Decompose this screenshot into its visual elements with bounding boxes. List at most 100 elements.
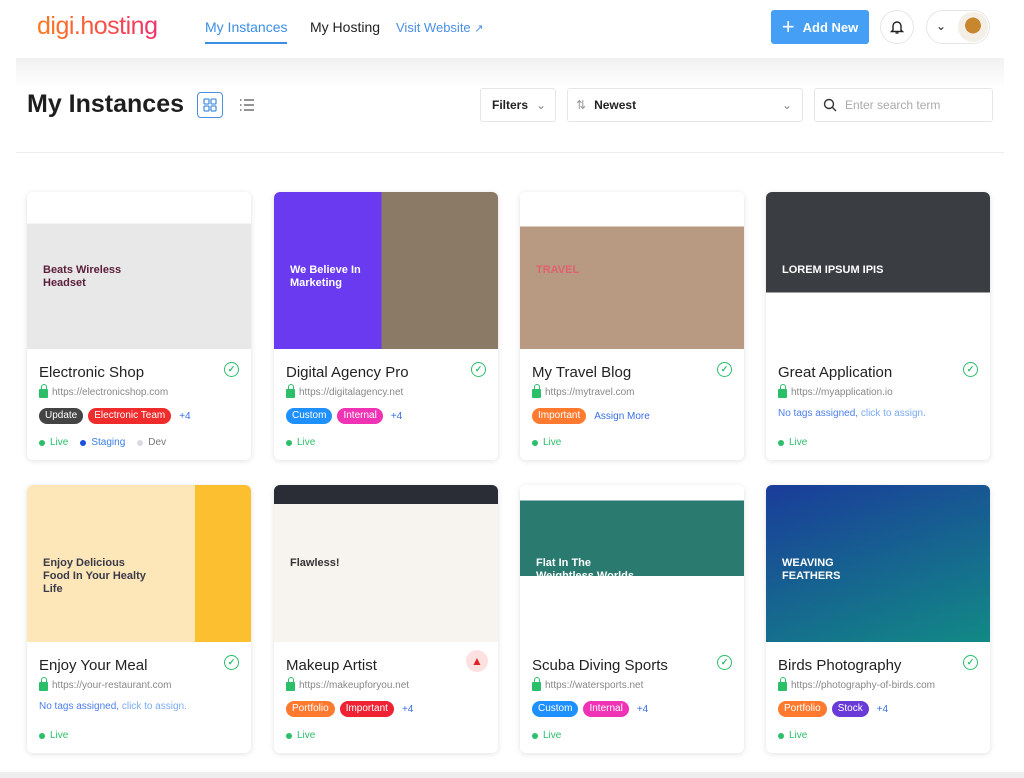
instance-card[interactable]: Flat In The Weightless Worlds Scuba Divi… <box>520 485 744 753</box>
site-thumbnail[interactable]: LOREM IPSUM IPIS <box>766 192 990 349</box>
check-circle-icon[interactable]: ✓ <box>224 655 239 670</box>
site-thumbnail[interactable]: We Believe In Marketing <box>274 192 498 349</box>
notifications-button[interactable] <box>880 10 914 44</box>
visit-website-link[interactable]: Visit Website ↗ <box>396 20 484 35</box>
check-circle-icon[interactable]: ✓ <box>963 655 978 670</box>
environment-live[interactable]: Live <box>39 730 68 741</box>
instance-title[interactable]: Birds Photography <box>778 657 901 674</box>
more-tags-link[interactable]: +4 <box>179 411 190 422</box>
tag-badge[interactable]: Important <box>339 701 394 717</box>
instance-title[interactable]: Enjoy Your Meal <box>39 657 147 674</box>
instance-url[interactable]: https://your-restaurant.com <box>39 677 172 691</box>
instance-card[interactable]: We Believe In Marketing Digital Agency P… <box>274 192 498 460</box>
environment-live[interactable]: Live <box>778 437 807 448</box>
grid-view-button[interactable] <box>197 92 223 118</box>
user-menu[interactable]: ⌄ <box>926 10 990 44</box>
instance-card[interactable]: Flawless! Makeup Artist ▲ https://makeup… <box>274 485 498 753</box>
environment-list: Live <box>532 437 561 448</box>
more-tags-link[interactable]: +4 <box>391 411 402 422</box>
divider <box>16 152 1004 153</box>
logo[interactable]: digi.hosting <box>37 12 158 41</box>
check-circle-icon[interactable]: ✓ <box>717 655 732 670</box>
more-tags-link[interactable]: +4 <box>877 704 888 715</box>
assign-tags-link[interactable]: click to assign. <box>122 701 187 712</box>
check-circle-icon[interactable]: ✓ <box>224 362 239 377</box>
instance-url[interactable]: https://makeupforyou.net <box>286 677 409 691</box>
instance-url[interactable]: https://digitalagency.net <box>286 384 403 398</box>
instance-card[interactable]: Beats Wireless Headset Electronic Shop ✓… <box>27 192 251 460</box>
tag-badge[interactable]: Important <box>532 408 587 424</box>
instance-card[interactable]: LOREM IPSUM IPIS Great Application ✓ htt… <box>766 192 990 460</box>
environment-live[interactable]: Live <box>532 437 561 448</box>
site-thumbnail[interactable]: Beats Wireless Headset <box>27 192 251 349</box>
instance-title[interactable]: My Travel Blog <box>532 364 631 381</box>
site-thumbnail[interactable]: Flat In The Weightless Worlds <box>520 485 744 642</box>
environment-live[interactable]: Live <box>778 730 807 741</box>
grid-icon <box>203 98 217 112</box>
check-circle-icon[interactable]: ✓ <box>471 362 486 377</box>
site-thumbnail[interactable]: TRAVEL <box>520 192 744 349</box>
environment-staging[interactable]: Staging <box>80 437 125 448</box>
environment-dev[interactable]: Dev <box>137 437 166 448</box>
filters-dropdown[interactable]: Filters ⌄ <box>480 88 556 122</box>
list-view-button[interactable] <box>238 96 256 114</box>
tag-badge[interactable]: Custom <box>286 408 333 424</box>
tag-badge[interactable]: Custom <box>532 701 579 717</box>
instance-url[interactable]: https://photography-of-birds.com <box>778 677 935 691</box>
tag-badge[interactable]: Electronic Team <box>88 408 172 424</box>
tag-badge[interactable]: Internal <box>583 701 629 717</box>
status-dot <box>39 439 45 446</box>
chevron-down-icon: ⌄ <box>936 19 947 33</box>
tag-badge[interactable]: Internal <box>337 408 383 424</box>
instance-title[interactable]: Scuba Diving Sports <box>532 657 668 674</box>
nav-my-instances[interactable]: My Instances <box>205 19 288 44</box>
instance-url[interactable]: https://myapplication.io <box>778 384 893 398</box>
instance-url[interactable]: https://watersports.net <box>532 677 643 691</box>
environment-list: Live <box>39 730 68 741</box>
add-new-label: Add New <box>802 19 859 35</box>
search-input[interactable] <box>845 98 985 112</box>
avatar <box>958 12 988 42</box>
no-tags-text: No tags assigned, click to assign. <box>778 408 926 419</box>
site-thumbnail[interactable]: WEAVING FEATHERS <box>766 485 990 642</box>
environment-live[interactable]: Live <box>532 730 561 741</box>
header-shadow <box>16 58 1004 88</box>
assign-more-link[interactable]: Assign More <box>594 411 650 422</box>
tag-badge[interactable]: Portfolio <box>778 701 827 717</box>
environment-live[interactable]: Live <box>286 437 315 448</box>
instance-title[interactable]: Great Application <box>778 364 892 381</box>
tag-list: Custom Internal +4 <box>286 408 402 424</box>
check-circle-icon[interactable]: ✓ <box>963 362 978 377</box>
sort-icon: ⇅ <box>576 98 587 112</box>
instance-title[interactable]: Makeup Artist <box>286 657 377 674</box>
site-thumbnail[interactable]: Enjoy Delicious Food In Your Healty Life <box>27 485 251 642</box>
environment-live[interactable]: Live <box>286 730 315 741</box>
add-new-button[interactable]: + Add New <box>771 10 869 44</box>
tag-badge[interactable]: Stock <box>831 701 869 717</box>
thumbnail-headline: We Believe In Marketing <box>290 264 361 290</box>
environment-label: Live <box>50 730 69 741</box>
page-title: My Instances <box>27 90 185 118</box>
status-dot <box>80 439 87 446</box>
tag-badge[interactable]: Portfolio <box>286 701 335 717</box>
thumbnail-headline: TRAVEL <box>536 264 580 276</box>
more-tags-link[interactable]: +4 <box>637 704 648 715</box>
instance-url[interactable]: https://electronicshop.com <box>39 384 168 398</box>
instance-url[interactable]: https://mytravel.com <box>532 384 634 398</box>
environment-live[interactable]: Live <box>39 437 68 448</box>
instance-card[interactable]: TRAVEL My Travel Blog ✓ https://mytravel… <box>520 192 744 460</box>
check-circle-icon[interactable]: ✓ <box>717 362 732 377</box>
nav-my-hosting[interactable]: My Hosting <box>310 19 380 35</box>
sort-dropdown[interactable]: ⇅ Newest ⌄ <box>567 88 803 122</box>
more-tags-link[interactable]: +4 <box>402 704 413 715</box>
instance-title[interactable]: Digital Agency Pro <box>286 364 409 381</box>
instance-card[interactable]: WEAVING FEATHERS Birds Photography ✓ htt… <box>766 485 990 753</box>
site-thumbnail[interactable]: Flawless! <box>274 485 498 642</box>
tag-badge[interactable]: Update <box>39 408 84 424</box>
tag-list: Portfolio Stock +4 <box>778 701 888 717</box>
assign-tags-link[interactable]: click to assign. <box>861 408 926 419</box>
lock-icon <box>39 384 48 398</box>
instance-title[interactable]: Electronic Shop <box>39 364 144 381</box>
warning-icon[interactable]: ▲ <box>466 650 488 672</box>
instance-card[interactable]: Enjoy Delicious Food In Your Healty Life… <box>27 485 251 753</box>
